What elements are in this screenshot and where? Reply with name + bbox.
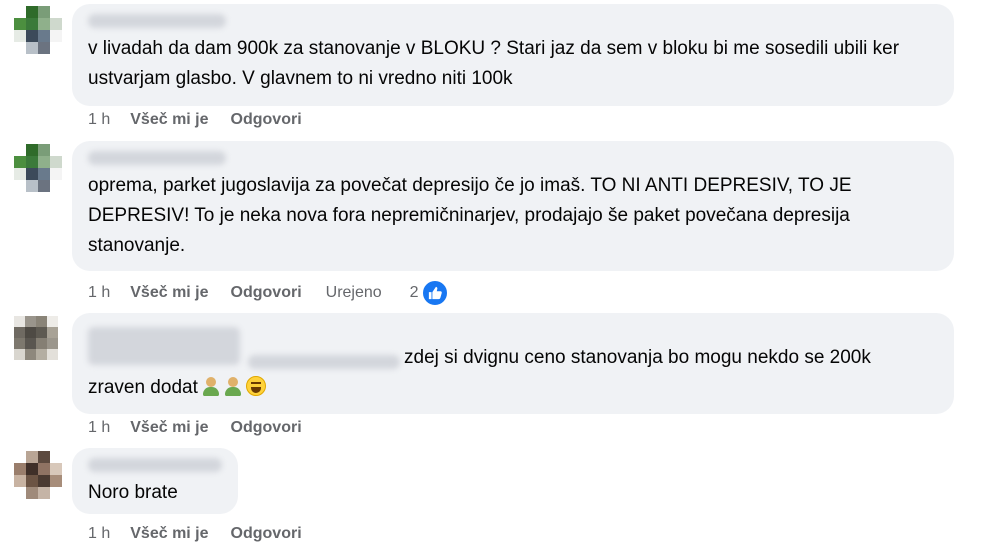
comment-text-line2: zraven dodat [88,377,198,398]
avatar[interactable] [14,6,62,54]
comment-text: Noro brate [88,482,178,503]
reply-button[interactable]: Odgovori [231,419,302,437]
comment-bubble: zdej si dvignu ceno stanovanja bo mogu n… [72,313,954,414]
reply-button[interactable]: Odgovori [231,525,302,543]
comment-time[interactable]: 1 h [88,111,110,129]
like-button[interactable]: Všeč mi je [130,525,208,543]
reaction-count: 2 [409,284,419,301]
like-button[interactable]: Všeč mi je [130,111,208,129]
mentioned-text-blurred [248,355,400,369]
edited-label: Urejeno [325,284,382,301]
comment-time[interactable]: 1 h [88,525,110,543]
author-name-blurred[interactable] [88,151,226,165]
avatar[interactable] [14,451,62,499]
reply-button[interactable]: Odgovori [231,284,302,302]
comment-text: oprema, parket jugoslavija za povečat de… [88,175,852,256]
comment-actions: 1 h Všeč mi je Odgovori [88,111,326,129]
comment-text-line1: zdej si dvignu ceno stanovanja bo mogu n… [404,347,871,368]
comment-time[interactable]: 1 h [88,284,110,302]
comment-bubble: v livadah da dam 900k za stanovanje v BL… [72,4,954,106]
reaction-summary[interactable]: 2 [410,279,449,307]
comment-text-line2-row: zraven dodat [88,373,938,403]
comment-time[interactable]: 1 h [88,419,110,437]
author-name-blurred[interactable] [88,327,240,365]
laughing-face-emoji-icon [245,376,266,396]
comment-bubble: oprema, parket jugoslavija za povečat de… [72,141,954,271]
reply-button[interactable]: Odgovori [231,111,302,129]
thumbs-up-icon [420,279,449,307]
avatar[interactable] [14,144,62,192]
comment-text: v livadah da dam 900k za stanovanje v BL… [88,38,900,89]
comment-actions: 1 h Všeč mi je Odgovori [88,525,326,543]
avatar[interactable] [14,316,58,360]
like-button[interactable]: Všeč mi je [130,419,208,437]
comment-bubble: Noro brate [72,448,238,514]
comment-actions: 1 h Všeč mi je Odgovori [88,419,326,437]
person-emoji-icon [202,376,220,396]
author-name-blurred[interactable] [88,14,226,28]
author-name-blurred[interactable] [88,458,222,472]
comment-actions: 1 h Všeč mi je Odgovori Urejeno 2 [88,279,449,307]
like-button[interactable]: Všeč mi je [130,284,208,302]
person-emoji-icon [224,376,242,396]
